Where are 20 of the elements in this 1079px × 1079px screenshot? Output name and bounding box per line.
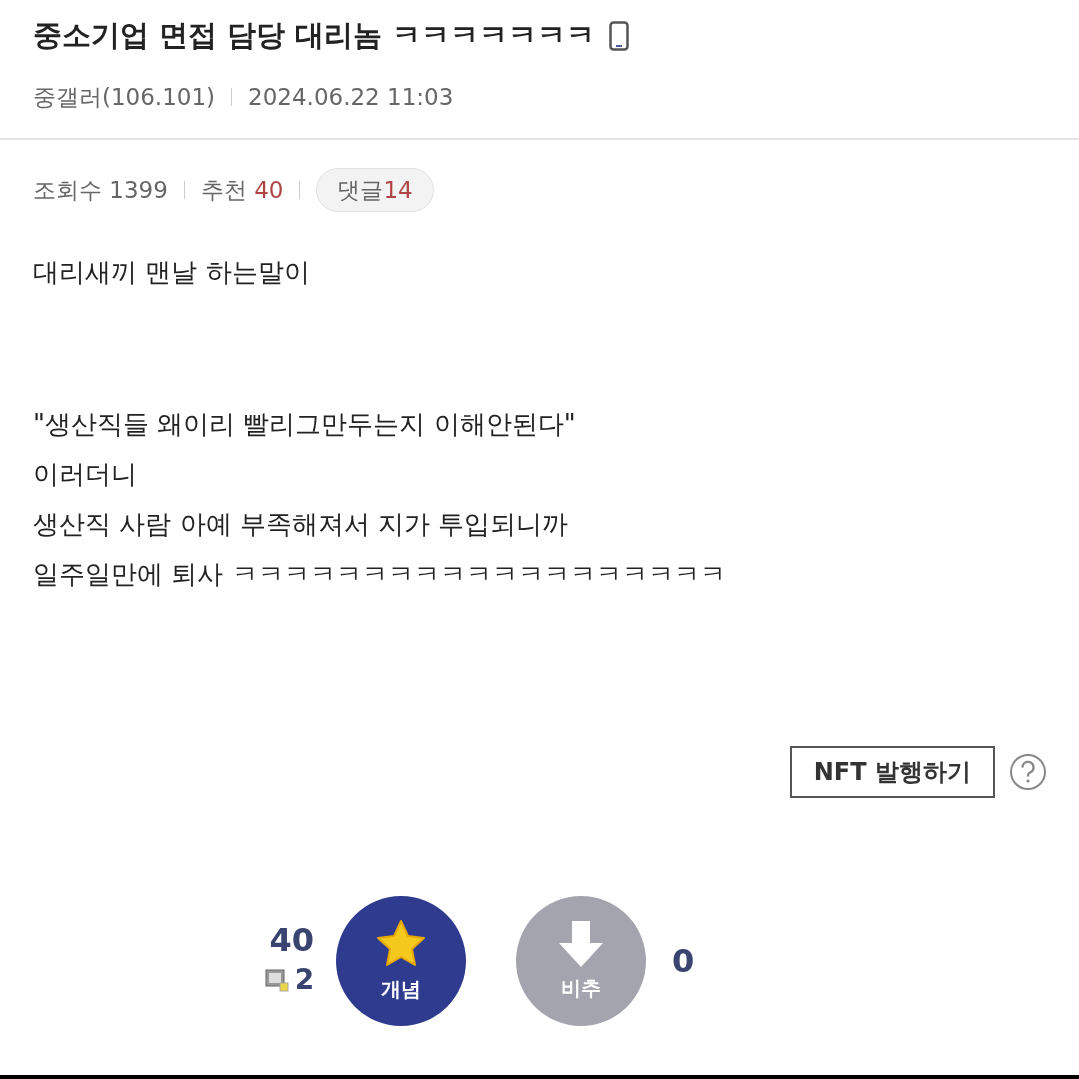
post-title: 중소기업 면접 담당 대리놈 ㅋㅋㅋㅋㅋㅋㅋ [33, 17, 596, 54]
fix-recommend-count: 2 [294, 962, 315, 998]
downvote-count: 0 [672, 941, 695, 982]
author-name: 중갤러(106.101) [33, 82, 216, 112]
post-text-line: 대리새끼 맨날 하는말이 [33, 256, 311, 289]
recommend-count: 추천 40 [200, 175, 284, 205]
post-text-line: 일주일만에 퇴사 ㅋㅋㅋㅋㅋㅋㅋㅋㅋㅋㅋㅋㅋㅋㅋㅋㅋㅋㅋ [33, 558, 727, 591]
post-text-line: 생산직 사람 아예 부족해져서 지가 투입되니까 [33, 508, 570, 541]
phone-icon [609, 20, 630, 51]
badge-icon [264, 968, 289, 992]
comment-count-button[interactable]: 댓글14 [316, 168, 434, 212]
recommend-button[interactable]: 개념 [336, 896, 467, 1026]
down-arrow-icon [557, 919, 606, 969]
post-date: 2024.06.22 11:03 [248, 82, 454, 112]
view-count: 조회수 1399 [33, 175, 168, 205]
help-icon[interactable] [1009, 753, 1047, 791]
recommend-total: 40 [269, 921, 315, 959]
post-text-line: 이러더니 [33, 458, 138, 491]
post-text-line: "생산직들 왜이리 빨리그만두는지 이해안된다" [33, 408, 577, 441]
nft-issue-button[interactable]: NFT 발행하기 [789, 746, 995, 798]
